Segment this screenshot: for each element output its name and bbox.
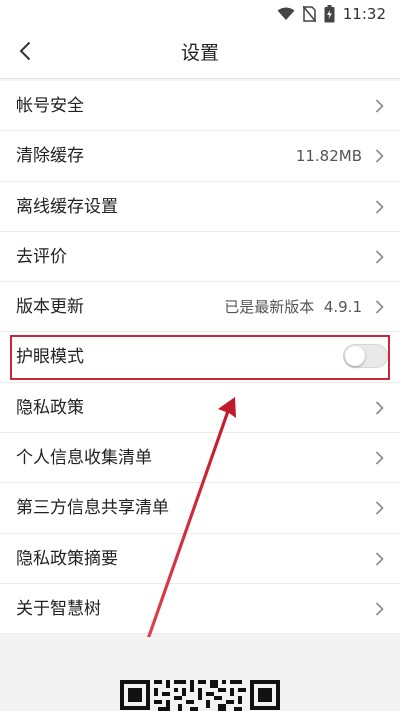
toggle-knob (345, 346, 365, 367)
chevron-right-icon (375, 250, 384, 264)
version-value: 已是最新版本 4.9.1 (224, 298, 362, 317)
setting-label: 版本更新 (16, 297, 84, 318)
settings-list: 帐号安全 清除缓存 11.82MB 离线缓存设置 去评价 版本更新 已是最新版本… (0, 81, 400, 635)
chevron-right-icon (375, 602, 384, 616)
setting-privacy-summary[interactable]: 隐私政策摘要 (0, 534, 400, 584)
wifi-icon (277, 7, 295, 21)
cache-size-value: 11.82MB (295, 147, 362, 166)
chevron-right-icon (375, 501, 384, 515)
battery-charging-icon (324, 5, 335, 23)
chevron-left-icon (19, 41, 31, 65)
setting-label: 清除缓存 (16, 146, 84, 167)
setting-clear-cache[interactable]: 清除缓存 11.82MB (0, 131, 400, 182)
chevron-right-icon (375, 401, 384, 415)
setting-label: 个人信息收集清单 (16, 448, 152, 469)
header: 设置 (0, 28, 400, 78)
back-button[interactable] (10, 38, 40, 68)
status-time: 11:32 (342, 5, 386, 23)
setting-label: 护眼模式 (16, 347, 84, 368)
status-icons: 11:32 (277, 4, 386, 24)
chevron-right-icon (375, 99, 384, 113)
chevron-right-icon (375, 200, 384, 214)
no-sim-icon (302, 6, 316, 22)
setting-privacy-policy[interactable]: 隐私政策 (0, 383, 400, 434)
page-title: 设置 (180, 42, 219, 64)
setting-label: 隐私政策摘要 (16, 548, 118, 569)
setting-personal-info-list[interactable]: 个人信息收集清单 (0, 433, 400, 484)
status-bar: 11:32 (0, 0, 400, 28)
setting-label: 关于智慧树 (16, 598, 101, 619)
chevron-right-icon (375, 149, 384, 163)
setting-label: 离线缓存设置 (16, 196, 118, 217)
qr-code (120, 680, 280, 711)
chevron-right-icon (375, 300, 384, 314)
setting-offline-cache[interactable]: 离线缓存设置 (0, 182, 400, 232)
setting-label: 去评价 (16, 246, 67, 267)
setting-label: 隐私政策 (16, 397, 84, 418)
setting-about[interactable]: 关于智慧树 (0, 584, 400, 635)
header-divider (0, 78, 400, 79)
chevron-right-icon (375, 451, 384, 465)
setting-eye-protection: 护眼模式 (0, 332, 400, 383)
eye-protection-toggle[interactable] (343, 344, 388, 369)
setting-version-update[interactable]: 版本更新 已是最新版本 4.9.1 (0, 282, 400, 333)
setting-account-security[interactable]: 帐号安全 (0, 81, 400, 132)
setting-third-party-sharing[interactable]: 第三方信息共享清单 (0, 483, 400, 534)
setting-label: 帐号安全 (16, 96, 84, 116)
chevron-right-icon (375, 552, 384, 566)
setting-label: 第三方信息共享清单 (16, 498, 169, 519)
setting-rate-app[interactable]: 去评价 (0, 232, 400, 283)
